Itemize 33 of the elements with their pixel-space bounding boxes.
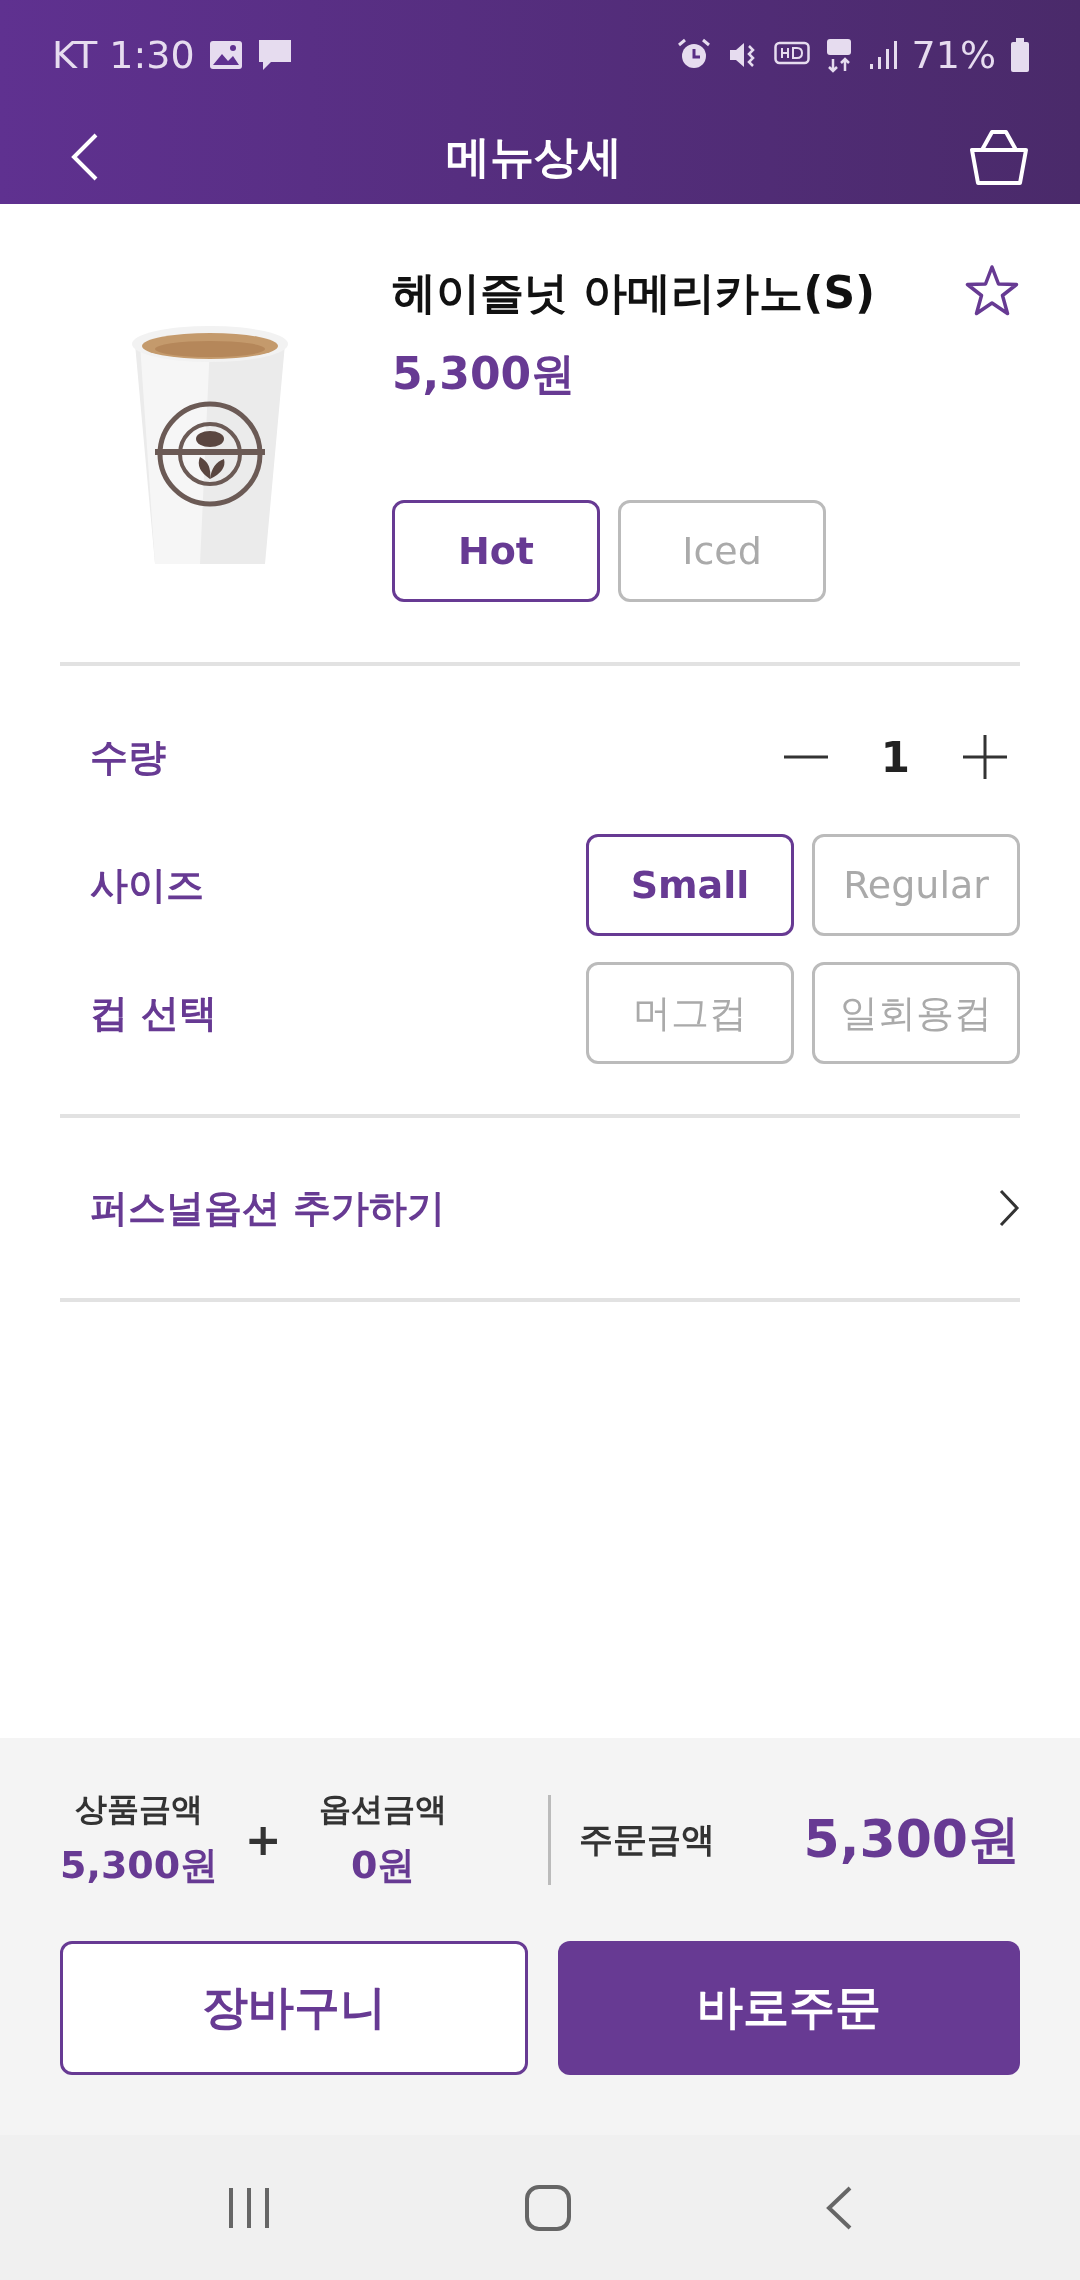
page-title: 메뉴상세 (446, 129, 622, 184)
quantity-value: 1 (880, 732, 910, 782)
chevron-right-icon[interactable] (998, 1188, 1020, 1228)
amount-value: 5,300원 (60, 1842, 219, 1889)
product-price: 5,300원 (392, 347, 577, 401)
order-amount-value: 5,300원 (803, 1807, 1020, 1871)
order-amount-label: 주문금액 (579, 1817, 716, 1861)
back-icon[interactable] (824, 2184, 854, 2231)
product-name: 헤이즐넛 아메리카노(S) (392, 266, 876, 320)
personal-option-link[interactable]: 퍼스널옵션 추가하기 (90, 1182, 446, 1234)
home-icon[interactable] (524, 2183, 572, 2232)
basket-icon[interactable] (968, 128, 1030, 186)
image-icon (208, 40, 243, 70)
option-button[interactable]: Hot (392, 500, 600, 602)
amount-value: 0원 (350, 1842, 416, 1889)
amount-label: 상품금액 (75, 1789, 204, 1830)
option-label: 사이즈 (90, 861, 204, 909)
status-time: KT 1:30 (52, 33, 195, 77)
back-icon[interactable] (70, 132, 100, 182)
plus-sign: + (243, 1814, 283, 1865)
option-label: 컵 선택 (90, 989, 218, 1037)
option-label: 수량 (90, 733, 166, 781)
battery-icon (1010, 38, 1030, 72)
cart-button[interactable]: 장바구니 (60, 1941, 528, 2075)
option-button[interactable]: Small (586, 834, 794, 936)
message-icon (256, 38, 293, 72)
amount-label: 옵션금액 (319, 1789, 448, 1830)
plus-icon[interactable] (960, 732, 1010, 782)
signal-icon (867, 40, 898, 70)
star-icon[interactable] (964, 264, 1020, 318)
recent-apps-icon[interactable] (226, 2185, 272, 2230)
battery-percent: 71% (911, 33, 996, 77)
order-button[interactable]: 바로주문 (558, 1941, 1020, 2075)
